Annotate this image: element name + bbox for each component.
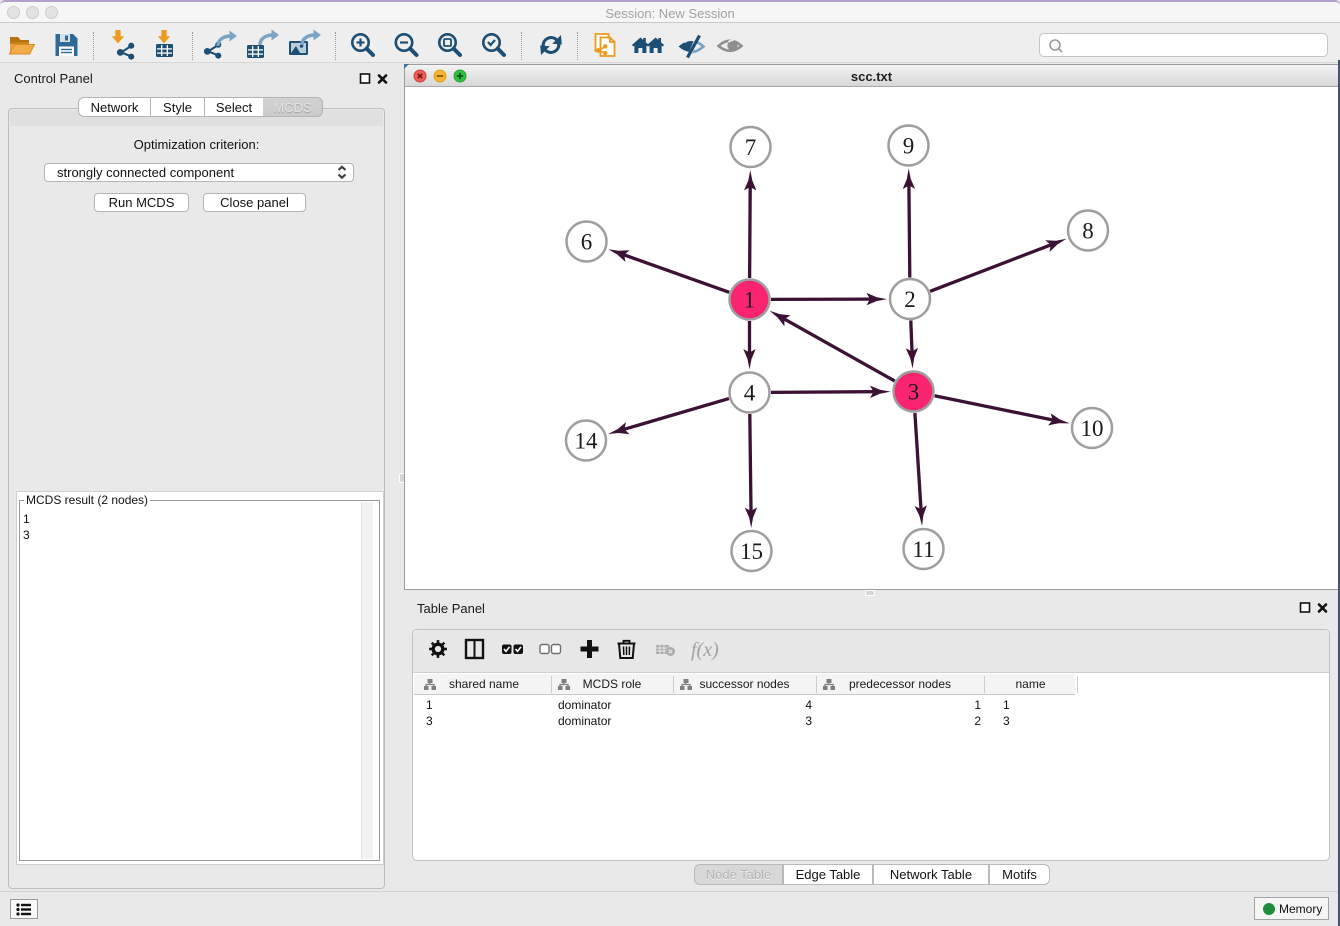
svg-text:9: 9 xyxy=(903,134,915,159)
svg-text:15: 15 xyxy=(740,539,763,564)
svg-text:2: 2 xyxy=(904,287,916,312)
svg-text:4: 4 xyxy=(744,381,756,406)
svg-text:10: 10 xyxy=(1081,416,1104,441)
svg-text:11: 11 xyxy=(912,537,934,562)
svg-text:f(x): f(x) xyxy=(691,639,719,661)
svg-text:3: 3 xyxy=(908,380,920,405)
svg-text:6: 6 xyxy=(581,230,593,255)
svg-text:8: 8 xyxy=(1082,219,1094,244)
svg-text:1: 1 xyxy=(744,288,756,313)
svg-text:14: 14 xyxy=(575,429,599,454)
svg-text:7: 7 xyxy=(745,135,757,160)
